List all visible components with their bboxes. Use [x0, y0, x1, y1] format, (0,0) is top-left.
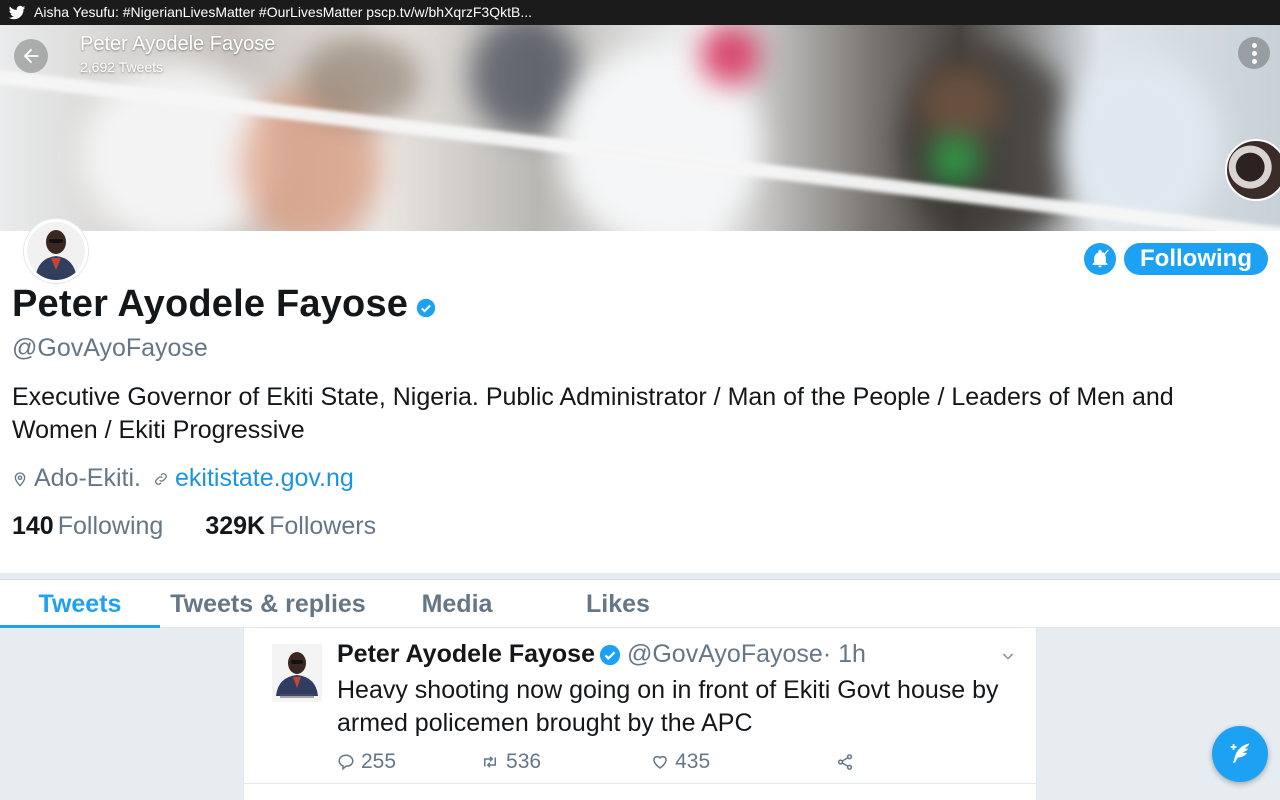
verified-badge-icon	[599, 644, 621, 665]
bell-icon	[1092, 249, 1109, 268]
tweet-author-photo	[272, 644, 322, 702]
share-button[interactable]	[836, 753, 854, 771]
compose-tweet-button[interactable]	[1212, 726, 1268, 782]
header-profile-name: Peter Ayodele Fayose	[80, 33, 276, 55]
next-tweet-card[interactable]	[243, 784, 1037, 800]
tab-media[interactable]: Media	[376, 580, 538, 628]
followers-count: 329K	[205, 512, 266, 540]
tab-likes[interactable]: Likes	[538, 580, 698, 628]
like-button[interactable]: 435	[651, 750, 710, 774]
profile-meta: Ado-Ekiti. ekitistate.gov.ng	[12, 464, 354, 493]
profile-name-row: Peter Ayodele Fayose	[12, 283, 436, 326]
profile-name: Peter Ayodele Fayose	[12, 283, 409, 325]
profile-tabs: Tweets Tweets & replies Media Likes	[0, 579, 1280, 628]
dot-icon	[1251, 58, 1257, 64]
tweet-author-name[interactable]: Peter Ayodele Fayose	[337, 640, 595, 669]
reply-count: 255	[361, 750, 397, 773]
following-label: Following	[57, 512, 164, 540]
profile-avatar[interactable]	[24, 219, 88, 283]
retweet-button[interactable]: 536	[480, 750, 541, 774]
retweet-count: 536	[506, 750, 542, 773]
compose-feather-icon	[1230, 743, 1250, 764]
profile-stats: 140 Following 329K Followers	[12, 512, 376, 541]
dot-icon	[1251, 50, 1257, 56]
following-stat[interactable]: 140 Following	[12, 512, 163, 541]
account-switcher-avatar[interactable]	[1225, 139, 1280, 201]
profile-bio: Executive Governor of Ekiti State, Niger…	[12, 383, 1174, 444]
profile-handle: @GovAyoFayose	[12, 334, 208, 362]
profile-section: Following Peter Ayodele Fayose @GovAyoFa…	[0, 219, 1280, 573]
tweet-header: Peter Ayodele Fayose @GovAyoFayose · 1h	[337, 640, 866, 669]
like-count: 435	[675, 750, 711, 773]
back-button[interactable]	[14, 39, 48, 73]
notification-text: Aisha Yesufu: #NigerianLivesMatter #OurL…	[34, 4, 533, 20]
following-button[interactable]: Following	[1124, 243, 1268, 275]
followers-stat[interactable]: 329K Followers	[205, 512, 376, 541]
reply-button[interactable]: 255	[337, 750, 396, 774]
tweet-actions: 255 536 435	[337, 748, 854, 776]
notification-bar[interactable]: Aisha Yesufu: #NigerianLivesMatter #OurL…	[0, 0, 1280, 25]
profile-location: Ado-Ekiti.	[34, 464, 141, 492]
profile-photo	[27, 222, 85, 280]
location-pin-icon	[14, 471, 26, 487]
verified-badge-icon	[416, 298, 436, 317]
chevron-down-icon[interactable]	[1000, 648, 1016, 664]
tweet-author-handle: @GovAyoFayose	[626, 640, 823, 668]
tweet-card[interactable]: Peter Ayodele Fayose @GovAyoFayose · 1h …	[243, 628, 1037, 784]
more-options-button[interactable]	[1238, 37, 1270, 69]
profile-website-link[interactable]: ekitistate.gov.ng	[175, 464, 354, 493]
header-tweet-count: 2,692 Tweets	[80, 59, 164, 75]
link-icon	[155, 472, 167, 485]
twitter-bird-icon	[8, 5, 26, 19]
heart-icon	[653, 755, 667, 769]
tab-tweets-and-replies[interactable]: Tweets & replies	[160, 580, 376, 628]
arrow-left-icon	[23, 48, 39, 64]
followers-label: Followers	[269, 512, 377, 540]
reply-icon	[338, 754, 354, 771]
following-count: 140	[12, 512, 54, 540]
tab-tweets[interactable]: Tweets	[0, 580, 160, 628]
profile-header-image: Peter Ayodele Fayose 2,692 Tweets	[0, 25, 1280, 231]
notifications-bell-button[interactable]	[1084, 243, 1116, 275]
tweet-text: Heavy shooting now going on in front of …	[337, 676, 999, 737]
share-icon	[838, 754, 853, 770]
tweet-author-avatar[interactable]	[272, 644, 322, 702]
retweet-icon	[484, 756, 497, 768]
dot-icon	[1251, 42, 1257, 48]
tweet-timestamp: · 1h	[822, 640, 866, 668]
